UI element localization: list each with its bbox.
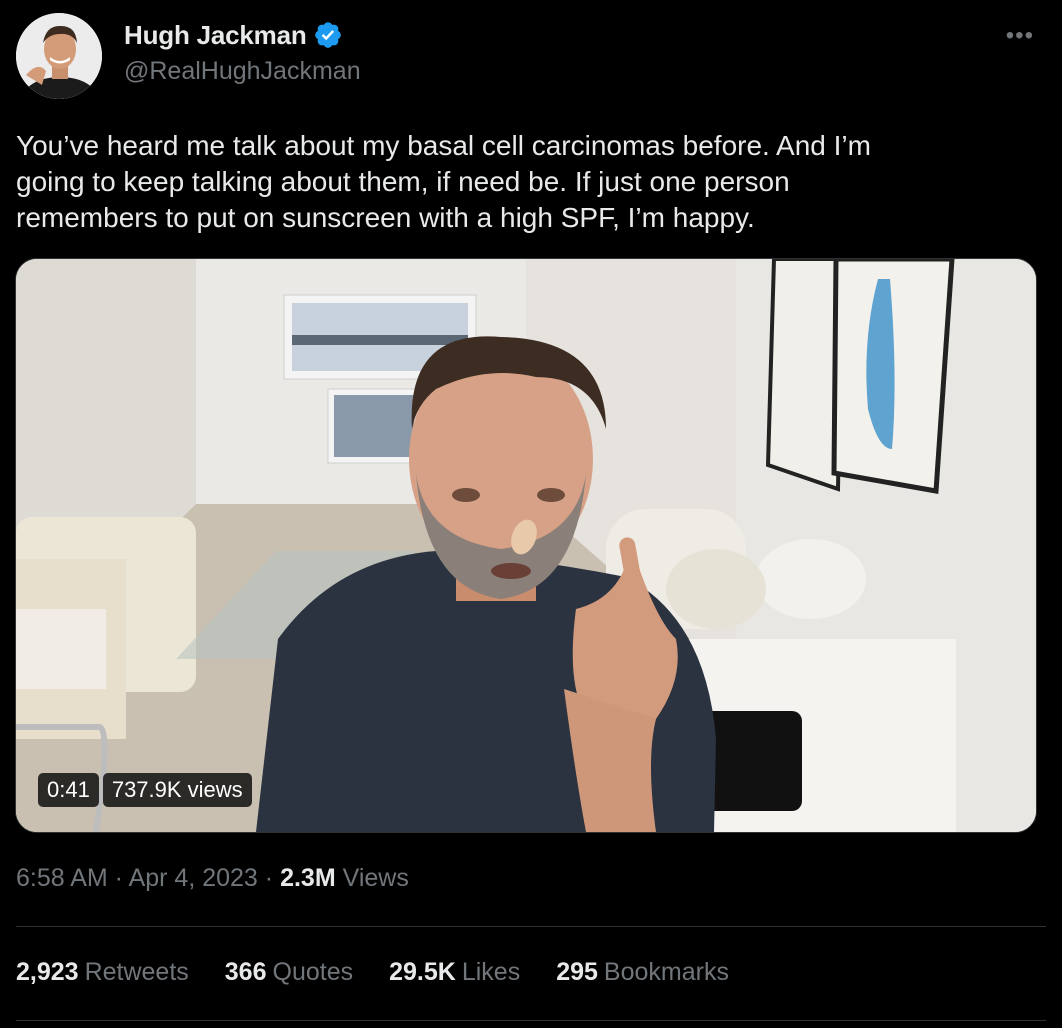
tweet-text: You’ve heard me talk about my basal cell… <box>16 130 871 233</box>
tweet-meta: 6:58 AM · Apr 4, 2023 · 2.3M Views <box>16 864 409 893</box>
video-overlay: 0:41 737.9K views <box>38 773 252 807</box>
bookmarks-label: Bookmarks <box>603 958 729 986</box>
divider <box>16 926 1046 927</box>
retweets-label: Retweets <box>84 958 189 986</box>
tweet-time[interactable]: 6:58 AM <box>16 864 108 892</box>
likes-stat[interactable]: 29.5K Likes <box>389 958 520 987</box>
more-dots-icon[interactable]: ••• <box>1006 22 1034 50</box>
verified-badge-icon <box>314 22 341 48</box>
divider <box>16 1020 1046 1021</box>
bookmarks-stat[interactable]: 295 Bookmarks <box>556 958 729 987</box>
author-handle[interactable]: @RealHughJackman <box>124 57 361 86</box>
quotes-stat[interactable]: 366 Quotes <box>225 958 353 987</box>
author-display-name[interactable]: Hugh Jackman <box>124 20 307 51</box>
author-name-row: Hugh Jackman <box>124 18 343 52</box>
bookmarks-count: 295 <box>556 958 598 986</box>
retweets-stat[interactable]: 2,923 Retweets <box>16 958 189 987</box>
meta-separator: · <box>257 864 281 892</box>
video-duration: 0:41 <box>38 773 99 807</box>
views-label: Views <box>335 864 409 892</box>
likes-count: 29.5K <box>389 958 456 986</box>
retweets-count: 2,923 <box>16 958 79 986</box>
avatar-image <box>16 13 102 99</box>
tweet-date[interactable]: Apr 4, 2023 <box>129 864 258 892</box>
quotes-count: 366 <box>224 958 267 986</box>
engagement-stats: 2,923 Retweets 366 Quotes 29.5K Likes 295 Bo… <box>16 958 729 987</box>
quotes-label: Quotes <box>272 958 354 986</box>
video-player[interactable]: 0:41 737.9K views <box>15 258 1037 833</box>
meta-separator: · <box>107 864 129 892</box>
views-count: 2.3M <box>280 864 336 892</box>
author-avatar[interactable] <box>16 13 102 99</box>
likes-label: Likes <box>461 958 521 986</box>
video-view-count: 737.9K views <box>102 773 252 807</box>
video-thumbnail <box>16 259 1036 832</box>
